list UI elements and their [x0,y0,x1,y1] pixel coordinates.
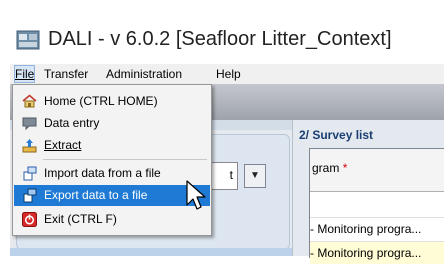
menu-item-extract-label: Extract [44,138,82,152]
menu-file-label: File [15,67,35,81]
title-bar: DALI - v 6.0.2 [Seafloor Litter_Context] [0,0,444,64]
app-logo-icon [16,28,40,52]
chevron-down-icon[interactable]: ▼ [244,164,266,188]
import-icon [22,166,37,181]
menu-file[interactable]: File [14,65,36,83]
menu-bar: File Transfer Administration Help [10,64,444,84]
export-icon [22,188,37,203]
menu-separator [43,159,207,160]
extract-icon [22,138,37,153]
menu-help-label: Help [216,67,241,81]
left-panel-lower [10,248,292,256]
survey-list-panel: 2/ Survey list gram * - Monitoring progr… [292,120,444,264]
data-entry-icon [22,116,37,131]
program-column-header[interactable]: gram * [310,149,444,192]
survey-list-title: 2/ Survey list [299,128,374,142]
menu-item-home-label: Home (CTRL HOME) [44,94,158,108]
exit-icon [22,212,37,227]
menu-item-export-label: Export data to a file [44,188,148,202]
menu-transfer[interactable]: Transfer [44,66,88,82]
table-cell: - Monitoring progra... [310,246,422,260]
menu-item-import-label: Import data from a file [44,166,161,180]
menu-item-data-entry[interactable]: Data entry [14,113,210,134]
menu-item-home[interactable]: Home (CTRL HOME) [14,91,210,112]
table-cell: - Monitoring progra... [310,222,422,236]
menu-item-exit-label: Exit (CTRL F) [44,212,117,226]
survey-table: gram * - Monitoring progra... - Monitori… [309,148,444,264]
menu-administration[interactable]: Administration [106,66,182,82]
menu-administration-label: Administration [106,67,183,81]
program-column-label: gram [312,161,340,175]
required-marker: * [342,161,348,175]
menu-help[interactable]: Help [216,66,241,82]
menu-item-data-entry-label: Data entry [44,116,100,130]
program-combo-value: t [229,168,233,182]
menu-item-import[interactable]: Import data from a file [14,163,210,184]
menu-item-extract[interactable]: Extract [14,135,210,156]
table-row[interactable]: - Monitoring progra... [310,241,444,264]
menu-transfer-label: Transfer [44,67,89,81]
menu-item-export[interactable]: Export data to a file [14,185,210,206]
home-icon [22,94,37,109]
mouse-cursor-icon [186,180,208,214]
window-title: DALI - v 6.0.2 [Seafloor Litter_Context] [48,28,392,50]
file-menu-dropdown: Home (CTRL HOME) Data entry Extract Impo… [12,84,212,236]
table-row[interactable]: - Monitoring progra... [310,217,444,240]
menu-item-exit[interactable]: Exit (CTRL F) [14,209,210,230]
